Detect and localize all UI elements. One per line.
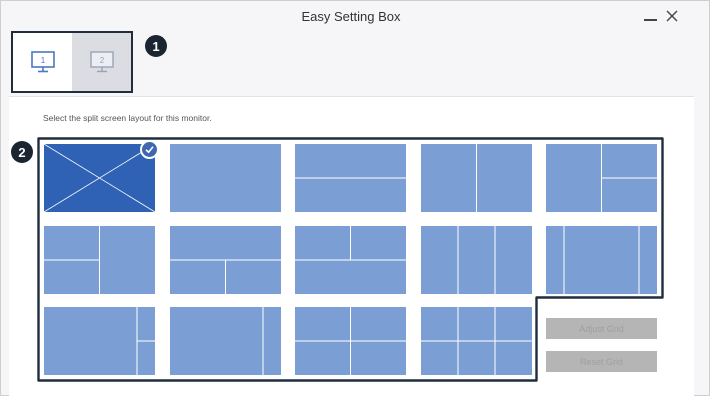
layout-5-left-plus-two-right[interactable] <box>546 144 657 212</box>
callout-badge-1: 1 <box>145 35 167 57</box>
adjust-grid-button[interactable]: Adjust Grid <box>546 318 657 339</box>
layout-11-large-left-plus-two-right[interactable] <box>44 307 155 375</box>
instruction-text: Select the split screen layout for this … <box>43 113 212 123</box>
monitor-1-label: 1 <box>40 56 45 65</box>
minimize-button[interactable] <box>641 7 659 25</box>
easy-setting-box-window: Easy Setting Box 1 2 1 Select the split … <box>0 0 710 396</box>
window-title: Easy Setting Box <box>301 9 401 24</box>
layout-4-vertical-split[interactable] <box>421 144 532 212</box>
layout-14-six-grid[interactable] <box>421 307 532 375</box>
monitor-1-button[interactable]: 1 <box>13 33 72 91</box>
close-button[interactable] <box>663 7 681 25</box>
layout-10-wide-center-columns[interactable] <box>546 226 657 294</box>
layout-1-full-selected[interactable] <box>44 144 155 212</box>
layout-13-four-quadrants[interactable] <box>295 307 406 375</box>
monitor-selector: 1 2 <box>11 31 133 93</box>
minimize-icon <box>643 19 657 21</box>
layout-9-three-columns[interactable] <box>421 226 532 294</box>
monitor-2-button[interactable]: 2 <box>72 33 131 91</box>
layout-2-full[interactable] <box>170 144 281 212</box>
monitor-icon: 1 <box>30 51 55 73</box>
layout-3-horizontal-split[interactable] <box>295 144 406 212</box>
callout-badge-2: 2 <box>11 141 33 163</box>
selected-checkmark-icon <box>140 140 159 159</box>
reset-grid-button[interactable]: Reset Grid <box>546 351 657 372</box>
monitor-2-label: 2 <box>99 56 104 65</box>
close-icon <box>666 10 678 22</box>
layout-6-two-left-plus-right[interactable] <box>44 226 155 294</box>
layout-12-large-left-plus-narrow-right[interactable] <box>170 307 281 375</box>
layout-8-two-top-plus-bottom[interactable] <box>295 226 406 294</box>
layout-7-top-plus-two-bottom[interactable] <box>170 226 281 294</box>
monitor-icon: 2 <box>89 51 114 73</box>
